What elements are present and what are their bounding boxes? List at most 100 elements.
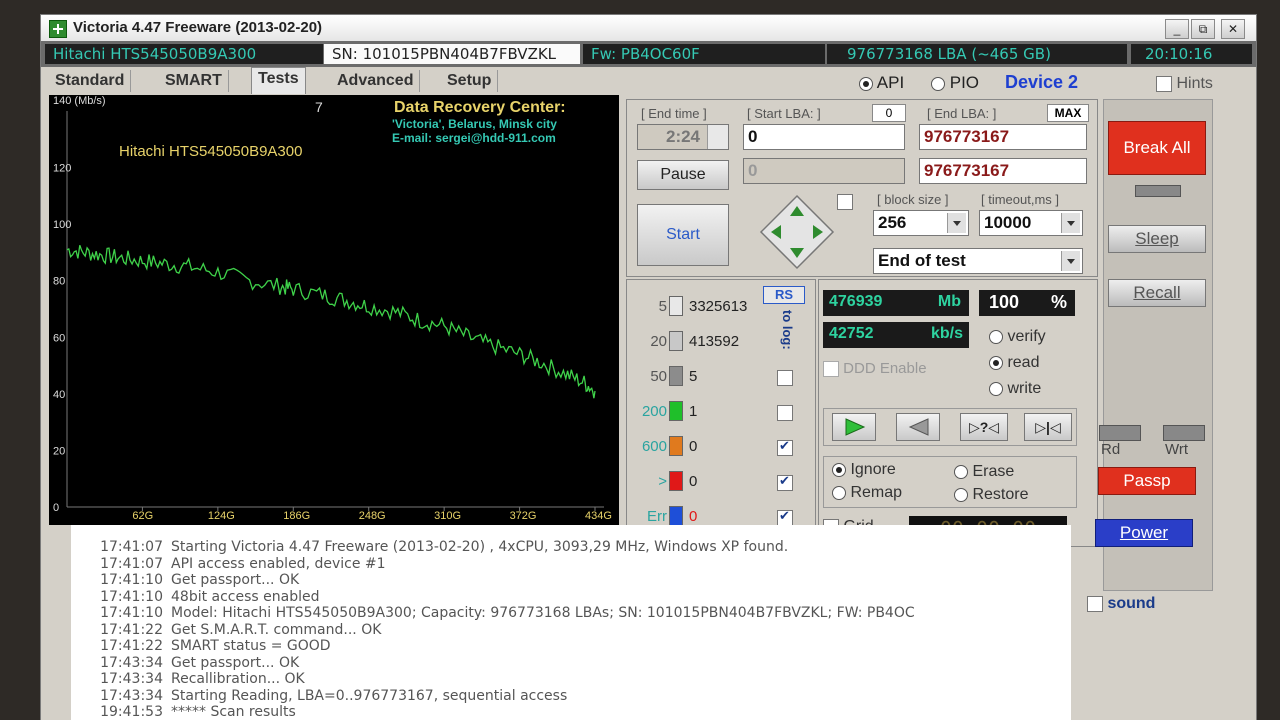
log-entry: 17:41:07 Starting Victoria 4.47 Freeware … (71, 539, 788, 555)
speed-series-line (66, 244, 596, 399)
end-time-spinner[interactable] (707, 125, 728, 149)
max-button[interactable]: MAX (1047, 104, 1089, 122)
credit-line1: 'Victoria', Belarus, Minsk city (392, 117, 557, 131)
sound-label: sound (1107, 595, 1156, 612)
block-size-select[interactable]: 256 (873, 210, 969, 236)
log-message: Get passport... OK (171, 654, 300, 671)
tab-advanced[interactable]: Advanced (331, 70, 421, 92)
sound-option[interactable]: sound (1087, 595, 1155, 613)
erase-option[interactable]: Erase (954, 463, 1014, 481)
random-seek-button[interactable]: ▷?◁ (960, 413, 1008, 441)
end-lba-field[interactable]: 976773167 (919, 124, 1087, 150)
log-checkbox[interactable] (777, 508, 793, 526)
log-entry: 17:41:22 SMART status = GOOD (71, 638, 330, 654)
log-checkbox[interactable] (777, 438, 793, 456)
pause-button[interactable]: Pause (637, 160, 729, 190)
block-size-value: 256 (878, 213, 907, 232)
api-radio[interactable] (859, 76, 873, 91)
hints-option[interactable]: Hints (1156, 75, 1213, 93)
start-lba-field[interactable]: 0 (743, 124, 905, 150)
close-button[interactable]: ✕ (1221, 19, 1245, 39)
stats-panel: RS to log: 533256132041359250520016000>0… (626, 279, 816, 547)
stat-count: 1 (689, 403, 698, 420)
stat-threshold: 5 (658, 298, 667, 315)
x-tick-label: 248G (359, 510, 386, 522)
stat-count: 413592 (689, 333, 740, 350)
tab-tests[interactable]: Tests (251, 67, 306, 94)
play-forward-button[interactable] (832, 413, 876, 441)
end-time-label: [ End time ] (641, 106, 707, 121)
minimize-button[interactable]: _ (1165, 19, 1189, 39)
log-time: 17:43:34 (100, 671, 163, 687)
x-tick-label: 124G (208, 510, 235, 522)
stat-count: 5 (689, 368, 698, 385)
stat-swatch (669, 401, 683, 421)
break-all-button[interactable]: Break All (1108, 121, 1206, 175)
end-action-select[interactable]: End of test (873, 248, 1083, 274)
y-tick-label: 120 (53, 163, 71, 175)
verify-option[interactable]: verify (989, 328, 1046, 346)
stat-row: 20 413592 (627, 329, 817, 355)
stat-threshold: 20 (650, 333, 667, 350)
verify-radio[interactable] (989, 329, 1003, 344)
sound-checkbox[interactable] (1087, 595, 1103, 612)
play-backward-button[interactable] (896, 413, 940, 441)
pio-option[interactable]: PIO (931, 73, 979, 93)
start-lba-current: 0 (743, 158, 905, 184)
direction-pad[interactable] (743, 192, 851, 278)
log-time: 17:41:10 (100, 588, 163, 605)
progress-panel: 476939 Mb 100 % 42752 kb/s DDD Enable ve… (818, 279, 1098, 547)
recall-button[interactable]: Recall (1108, 279, 1206, 307)
ignore-radio[interactable] (832, 462, 846, 477)
write-option[interactable]: write (989, 380, 1041, 398)
stat-count: 0 (689, 508, 698, 525)
log-message: Recallibration... OK (171, 671, 305, 687)
rd-indicator (1099, 425, 1141, 441)
tab-smart[interactable]: SMART (159, 70, 229, 92)
write-radio[interactable] (989, 381, 1003, 396)
clock: 20:10:16 (1131, 44, 1252, 64)
maximize-button[interactable]: ⧉ (1191, 19, 1215, 39)
restore-option[interactable]: Restore (954, 486, 1028, 504)
pio-radio[interactable] (931, 76, 945, 91)
stat-count: 0 (689, 438, 698, 455)
log-time: 17:43:34 (100, 654, 163, 671)
stat-threshold: 600 (641, 438, 667, 455)
event-log[interactable]: 17:41:07 Starting Victoria 4.47 Freeware … (71, 525, 1071, 720)
read-radio[interactable] (989, 355, 1003, 370)
start-lba-reset[interactable]: 0 (872, 104, 906, 122)
log-checkbox[interactable] (777, 473, 793, 491)
sleep-button[interactable]: Sleep (1108, 225, 1206, 253)
remap-radio[interactable] (832, 485, 846, 500)
log-checkbox[interactable] (777, 405, 793, 421)
log-message: API access enabled, device #1 (171, 555, 386, 572)
drive-capacity: 976773168 LBA (~465 GB) (827, 44, 1127, 64)
read-option[interactable]: read (989, 354, 1039, 372)
power-button[interactable]: Power (1095, 519, 1193, 547)
tab-setup[interactable]: Setup (441, 70, 499, 92)
ddd-checkbox[interactable] (823, 361, 839, 378)
window-title: Victoria 4.47 Freeware (2013-02-20) (73, 19, 323, 36)
butterfly-button[interactable]: ▷|◁ (1024, 413, 1072, 441)
timeout-select[interactable]: 10000 (979, 210, 1083, 236)
restore-radio[interactable] (954, 487, 968, 502)
log-checkbox[interactable] (777, 370, 793, 386)
ignore-option[interactable]: Ignore (832, 461, 896, 479)
api-option[interactable]: API (859, 73, 904, 93)
hints-checkbox[interactable] (1156, 75, 1172, 92)
ddd-option[interactable]: DDD Enable (823, 360, 927, 378)
start-button[interactable]: Start (637, 204, 729, 266)
mb-value: 476939 (829, 293, 883, 310)
passp-button[interactable]: Passp (1098, 467, 1196, 495)
erase-radio[interactable] (954, 464, 968, 479)
chevron-down-icon (1061, 213, 1080, 233)
remap-option[interactable]: Remap (832, 484, 902, 502)
graph-counter: 7 (315, 99, 323, 115)
log-entry: 17:41:10 Get passport... OK (71, 572, 299, 588)
stat-swatch (669, 471, 683, 491)
log-entry: 17:41:07 API access enabled, device #1 (71, 555, 386, 572)
title-bar: Victoria 4.47 Freeware (2013-02-20) _ ⧉ … (41, 15, 1256, 42)
direction-checkbox[interactable] (837, 194, 853, 210)
tab-standard[interactable]: Standard (49, 70, 132, 92)
x-tick-label: 186G (283, 510, 310, 522)
